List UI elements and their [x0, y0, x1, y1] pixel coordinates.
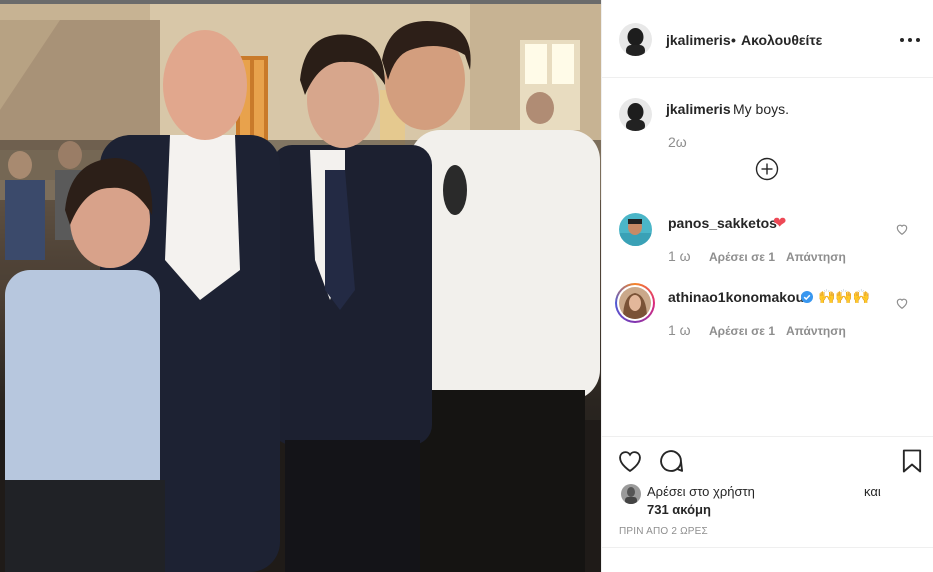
- likes-text: Αρέσει στο χρήστη: [647, 484, 755, 499]
- photo-top-border: [0, 0, 601, 4]
- post-timestamp[interactable]: ΠΡΙΝ ΑΠΟ 2 ΩΡΕΣ: [619, 526, 708, 537]
- header-separator: •: [731, 32, 736, 48]
- comment-text: 🙌🙌🙌: [818, 288, 871, 304]
- post-photo[interactable]: [0, 0, 601, 572]
- caption-time[interactable]: 2ω: [668, 134, 687, 150]
- liker-avatar[interactable]: [621, 484, 641, 504]
- comment-username[interactable]: athinao1konomakou: [668, 289, 804, 305]
- comment-like-heart-icon[interactable]: [895, 296, 909, 310]
- comment-username[interactable]: panos_sakketos: [668, 215, 777, 231]
- likes-conjunction: και: [864, 484, 881, 499]
- heart-icon[interactable]: [616, 447, 644, 475]
- likes-count-link[interactable]: 731 ακόμη: [647, 502, 711, 517]
- caption-avatar[interactable]: [619, 98, 652, 131]
- comment-likes[interactable]: Αρέσει σε 1: [709, 250, 775, 264]
- comment-like-heart-icon[interactable]: [895, 222, 909, 236]
- verified-badge-icon: [801, 290, 813, 303]
- commenter-avatar-image: [619, 287, 651, 319]
- comment-text: ❤: [773, 215, 787, 232]
- plus-circle-icon[interactable]: [755, 157, 779, 181]
- author-username[interactable]: jkalimeris: [666, 32, 731, 48]
- liker-avatar-image: [621, 484, 641, 504]
- caption-text: My boys.: [733, 101, 790, 117]
- comment-time[interactable]: 1 ω: [668, 322, 691, 338]
- group-photo-illustration: [0, 0, 601, 572]
- author-avatar-image: [619, 23, 652, 56]
- comment-reply-button[interactable]: Απάντηση: [786, 324, 846, 338]
- comment-time[interactable]: 1 ω: [668, 248, 691, 264]
- post-header: jkalimeris • Ακολουθείτε: [602, 0, 933, 78]
- comment-icon[interactable]: [657, 447, 685, 475]
- commenter-avatar[interactable]: [615, 283, 655, 323]
- comment-reply-button[interactable]: Απάντηση: [786, 250, 846, 264]
- more-options-icon[interactable]: [898, 28, 922, 52]
- follow-status-button[interactable]: Ακολουθείτε: [741, 32, 822, 48]
- caption-avatar-image: [619, 98, 652, 131]
- bookmark-icon[interactable]: [898, 447, 926, 475]
- caption-username[interactable]: jkalimeris: [666, 101, 731, 117]
- author-avatar[interactable]: [619, 23, 652, 56]
- divider: [602, 547, 933, 548]
- comment-likes[interactable]: Αρέσει σε 1: [709, 324, 775, 338]
- commenter-avatar-image: [619, 213, 652, 246]
- commenter-avatar[interactable]: [619, 213, 652, 246]
- post-sidebar: jkalimeris • Ακολουθείτε jkalimeris My b…: [601, 0, 933, 572]
